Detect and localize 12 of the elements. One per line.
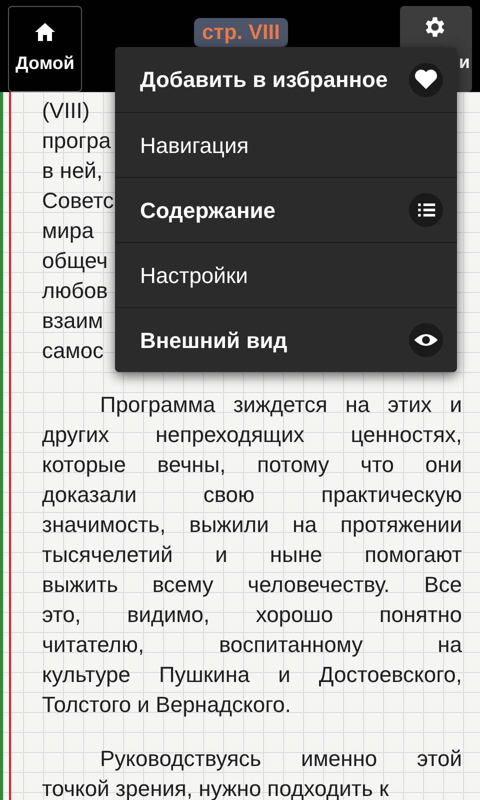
menu-item[interactable]: Навигация [115, 112, 457, 177]
home-button[interactable]: Домой [8, 6, 82, 92]
eye-icon [409, 323, 443, 357]
menu-item[interactable]: Настройки [115, 242, 457, 307]
paragraph: (VIII) програ в ней, Советс мира общеч любов взаим самос [42, 97, 114, 365]
page-number-badge: стр. VIII [194, 18, 288, 47]
menu-item[interactable]: Внешний вид [115, 307, 457, 372]
home-icon [34, 22, 56, 42]
menu-item[interactable]: Содержание [115, 177, 457, 242]
list-icon [409, 193, 443, 227]
menu-item[interactable]: Добавить в избранное [115, 47, 457, 112]
paragraph: Программа зиждется на этих и других непреходящих ценностях, которые вечны, потому что они доказали свою практическую значимость, выжили на протяжении тысячелетий и ныне помогают выжить всему человечеству. Все это, видимо, хорошо понятно читателю, воспитанному на культуре Пушкина и Достоевского, Толстого и Вернадского. [42, 391, 462, 719]
